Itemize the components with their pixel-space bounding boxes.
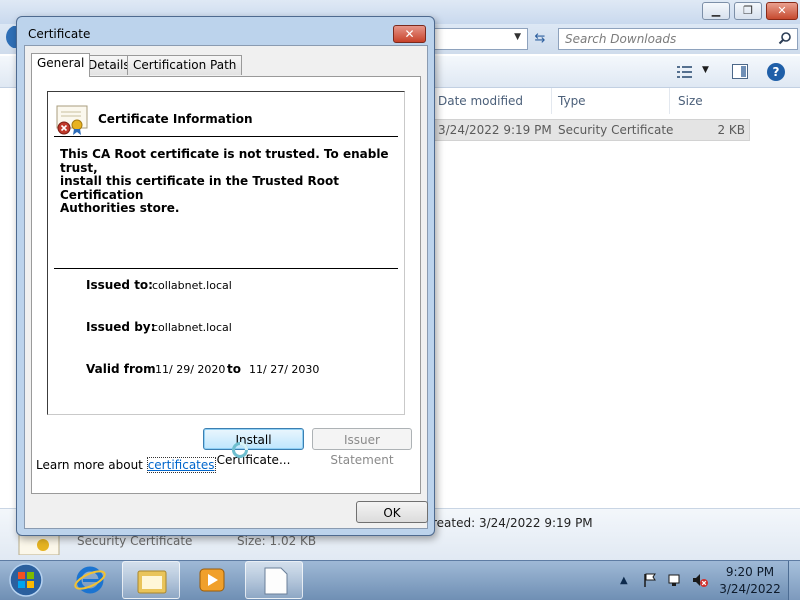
fields-divider [54,268,398,269]
start-button-icon[interactable] [6,562,46,598]
internet-explorer-icon [74,566,106,594]
ok-button[interactable]: OK [356,501,428,523]
media-player-icon [199,568,225,592]
valid-from-label: Valid from [86,362,156,376]
search-icon[interactable] [778,31,792,45]
maximize-button[interactable]: ❐ [734,2,762,20]
learn-more-label: Learn more about [36,458,143,472]
help-icon[interactable]: ? [767,63,785,81]
certificate-error-icon [56,105,88,135]
issued-by-value: collabnet.local [152,321,232,334]
certificates-link[interactable]: certificates [146,457,216,473]
taskbar-windows-explorer[interactable] [122,561,180,599]
valid-to-value: 11/ 27/ 2030 [249,363,320,376]
column-size[interactable]: Size [672,88,750,114]
issuer-statement-button[interactable]: Issuer Statement [312,428,412,467]
tab-certification-path[interactable]: Certification Path [127,55,243,75]
dialog-title: Certificate [28,27,91,41]
busy-cursor-icon [232,442,248,458]
file-date-modified: 3/24/2022 9:19 PM [438,123,552,137]
certificate-info-heading: Certificate Information [98,112,253,126]
details-size: Size: 1.02 KB [237,534,317,548]
file-type: Security Certificate [558,123,674,137]
action-center-flag-icon[interactable] [642,572,658,588]
explorer-close-button[interactable]: ✕ [766,2,798,20]
dialog-close-button[interactable]: ✕ [393,25,426,43]
tab-general[interactable]: General [31,53,91,77]
refresh-icon[interactable]: ⇆ [530,29,550,49]
valid-from-value: 11/ 29/ 2020 [155,363,226,376]
details-type: Security Certificate [77,534,193,548]
trust-warning-message: This CA Root certificate is not trusted.… [60,147,389,215]
views-icon[interactable] [677,65,693,79]
chevron-down-icon[interactable]: ▼ [514,32,521,42]
document-icon [264,567,288,595]
show-desktop-button[interactable] [788,561,800,600]
preview-pane-icon[interactable] [732,64,748,79]
dialog-body: General Details Certification Path Certi… [24,45,428,529]
folder-icon [137,570,167,594]
taskbar-internet-explorer[interactable] [61,561,119,599]
column-type[interactable]: Type [552,88,670,114]
issued-to-label: Issued to: [86,278,153,292]
clock-date[interactable]: 3/24/2022 [715,582,785,596]
views-chevron-down-icon[interactable]: ▼ [702,65,709,75]
network-icon[interactable] [667,572,683,588]
file-row[interactable]: 3/24/2022 9:19 PM Security Certificate 2… [434,119,750,141]
search-box[interactable] [558,28,798,50]
issued-to-value: collabnet.local [152,279,232,292]
volume-muted-icon[interactable] [692,572,708,588]
taskbar-media-player[interactable] [183,561,241,599]
certificate-dialog: Certificate ✕ General Details Certificat… [16,16,435,536]
install-certificate-button[interactable]: Install Certificate... [203,428,304,467]
certificate-info-box: Certificate Information This CA Root cer… [47,91,405,415]
issued-by-label: Issued by: [86,320,156,334]
address-field[interactable]: ▼ [430,28,528,50]
minimize-button[interactable]: ▁ [702,2,730,20]
valid-to-label: to [227,362,241,376]
taskbar-certificate-window[interactable] [245,561,303,599]
clock-time[interactable]: 9:20 PM [722,565,778,579]
learn-more-text: Learn more about certificates [36,457,216,473]
search-input[interactable] [563,31,768,47]
file-size: 2 KB [717,123,745,137]
column-date-modified[interactable]: Date modified [432,88,552,114]
tray-expand-icon[interactable]: ▲ [620,575,628,586]
details-created: reated: 3/24/2022 9:19 PM [432,516,593,530]
heading-divider [54,136,398,137]
